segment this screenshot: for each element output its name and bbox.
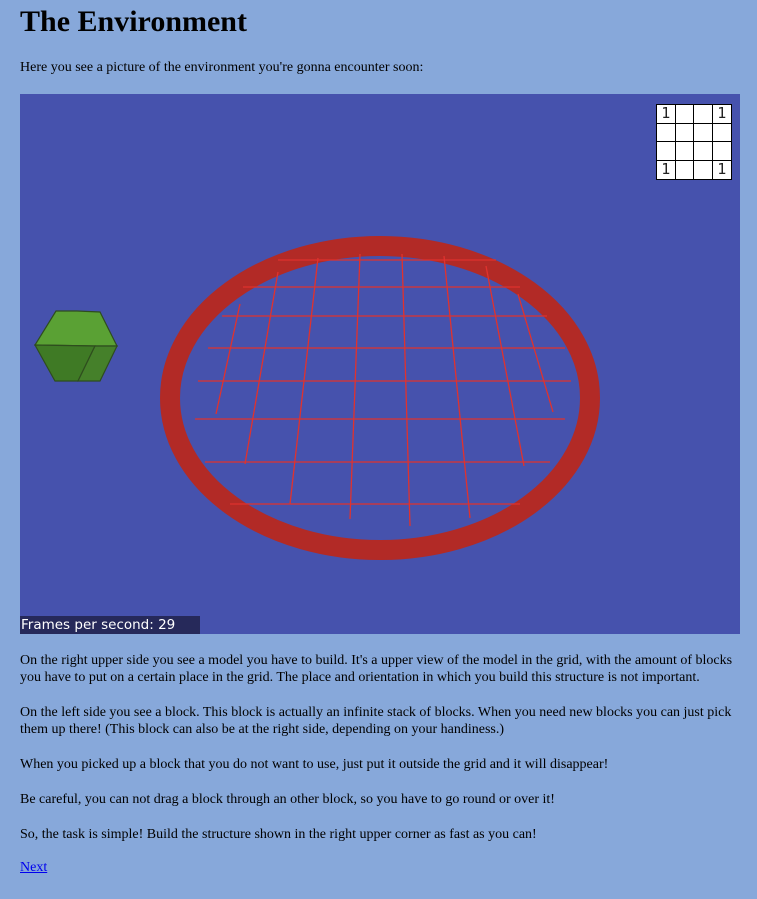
- model-cell: 1: [712, 105, 731, 124]
- paragraph-task: So, the task is simple! Build the struct…: [20, 827, 537, 842]
- model-cell: [712, 124, 731, 142]
- model-cell: [675, 105, 694, 124]
- page-title: The Environment: [20, 5, 247, 38]
- model-cell: [676, 160, 694, 179]
- scene-drawing: [33, 236, 600, 560]
- paragraph-block: On the left side you see a block. This b…: [20, 705, 732, 737]
- target-model-grid: 1 1 1 1: [656, 104, 732, 180]
- model-cell: 1: [657, 160, 676, 179]
- paragraph-model: On the right upper side you see a model …: [20, 653, 733, 685]
- fps-counter: Frames per second: 29: [20, 616, 200, 634]
- model-cell: [657, 142, 676, 161]
- model-cell: [657, 123, 676, 142]
- model-cell: 1: [717, 160, 727, 178]
- grid-lines: [195, 253, 571, 527]
- model-cell: [694, 123, 713, 142]
- block-stack-cube: [33, 310, 118, 382]
- intro-text: Here you see a picture of the environmen…: [20, 60, 424, 75]
- model-cell: [675, 142, 694, 161]
- paragraph-discard: When you picked up a block that you do n…: [20, 757, 609, 772]
- model-cell: [712, 142, 731, 161]
- model-cell: [694, 105, 713, 124]
- model-cell: [694, 160, 713, 179]
- paragraph-careful: Be careful, you can not drag a block thr…: [20, 792, 555, 807]
- model-cell: [675, 123, 694, 142]
- next-link[interactable]: Next: [20, 860, 47, 876]
- model-cell: 1: [657, 105, 676, 124]
- model-cell: [694, 142, 713, 161]
- page: The Environment Here you see a picture o…: [0, 0, 757, 876]
- 3d-viewport[interactable]: 1 1 1 1 Frames per second: 29: [20, 94, 740, 634]
